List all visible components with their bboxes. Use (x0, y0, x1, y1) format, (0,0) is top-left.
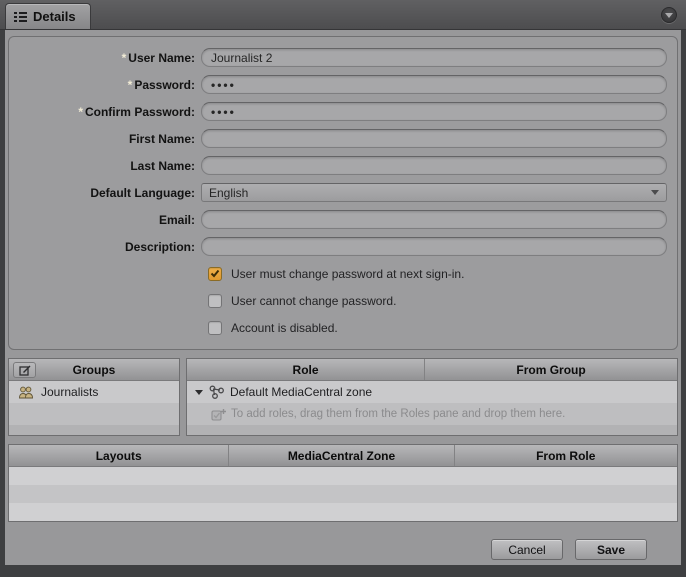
groups-roles-section: Groups Journalists Role From Group Defau… (8, 358, 678, 436)
details-content: *User Name: *Password: *Confirm Password… (5, 30, 681, 565)
form-row-user-name: * User Name: (9, 44, 677, 71)
groups-panel-filler (9, 425, 179, 435)
chevron-down-icon (665, 13, 673, 18)
edit-icon (18, 365, 30, 376)
table-row (9, 503, 677, 521)
role-row-label: Default MediaCentral zone (230, 385, 373, 399)
checkbox-row-cannot-change-password: User cannot change password. (9, 287, 677, 314)
cannot-change-password-checkbox[interactable] (208, 293, 222, 308)
user-details-form: *User Name: *Password: *Confirm Password… (8, 36, 678, 350)
panel-menu-button[interactable] (661, 7, 677, 23)
last-name-field[interactable] (201, 156, 667, 175)
user-details-window: Details *User Name: *Password: *Confirm … (0, 0, 686, 577)
footer-actions: Cancel Save (8, 539, 647, 560)
confirm-password-label: * Confirm Password: (78, 104, 195, 119)
roles-panel-filler (187, 425, 677, 435)
group-icon (19, 386, 33, 398)
chevron-down-icon (651, 190, 659, 195)
description-label: Description: (124, 239, 195, 254)
checkbox-row-must-change-password: User must change password at next sign-i… (9, 260, 677, 287)
password-label: * Password: (127, 77, 195, 92)
collapse-caret-icon[interactable] (195, 389, 203, 395)
group-item-journalists[interactable]: Journalists (9, 381, 179, 403)
layouts-table-header: Layouts MediaCentral Zone From Role (9, 445, 677, 467)
layouts-column-header[interactable]: Layouts (9, 445, 230, 466)
from-group-column-header[interactable]: From Group (425, 363, 677, 377)
required-marker: * (78, 104, 83, 119)
form-row-last-name: Last Name: (9, 152, 677, 179)
tab-details-label: Details (33, 9, 76, 24)
table-row (9, 485, 677, 503)
role-icon (209, 385, 224, 399)
first-name-label: First Name: (128, 131, 195, 146)
tab-details[interactable]: Details (5, 3, 91, 29)
form-row-first-name: First Name: (9, 125, 677, 152)
groups-panel: Groups Journalists (8, 358, 180, 436)
account-disabled-checkbox[interactable] (208, 320, 222, 335)
default-language-select[interactable]: English (201, 183, 667, 202)
roles-drop-hint-text: To add roles, drag them from the Roles p… (231, 408, 566, 420)
role-column-header[interactable]: Role (187, 359, 426, 380)
required-marker: * (121, 50, 127, 65)
email-label: Email: (158, 212, 195, 227)
mediacentral-zone-column-header[interactable]: MediaCentral Zone (229, 445, 455, 466)
form-row-default-language: Default Language: English (9, 179, 677, 206)
form-row-email: Email: (9, 206, 677, 233)
description-field[interactable] (201, 237, 667, 256)
tab-bar: Details (0, 0, 686, 30)
table-row (9, 467, 677, 485)
form-row-description: Description: (9, 233, 677, 260)
add-role-icon (211, 408, 226, 421)
from-role-column-header[interactable]: From Role (455, 445, 677, 466)
check-icon (210, 269, 220, 278)
details-list-icon (14, 11, 27, 22)
checkbox-row-account-disabled: Account is disabled. (9, 314, 677, 341)
groups-header: Groups (9, 359, 179, 381)
must-change-password-label: User must change password at next sign-i… (231, 266, 465, 281)
roles-header: Role From Group (187, 359, 677, 381)
role-row-default-zone[interactable]: Default MediaCentral zone (187, 381, 677, 403)
group-empty-row (9, 403, 179, 425)
groups-title: Groups (72, 362, 116, 377)
user-name-label: * User Name: (121, 50, 195, 65)
confirm-password-field[interactable] (201, 102, 667, 121)
first-name-field[interactable] (201, 129, 667, 148)
form-row-password: * Password: (9, 71, 677, 98)
cannot-change-password-label: User cannot change password. (231, 293, 397, 308)
edit-groups-button[interactable] (13, 362, 36, 378)
last-name-label: Last Name: (130, 158, 195, 173)
default-language-value: English (209, 185, 249, 200)
layouts-table: Layouts MediaCentral Zone From Role (8, 444, 678, 522)
must-change-password-checkbox[interactable] (208, 266, 222, 281)
roles-drop-hint-row: To add roles, drag them from the Roles p… (187, 403, 677, 425)
roles-panel: Role From Group Default MediaCentral zon… (186, 358, 678, 436)
password-field[interactable] (201, 75, 667, 94)
user-name-field[interactable] (201, 48, 667, 67)
form-row-confirm-password: * Confirm Password: (9, 98, 677, 125)
cancel-button[interactable]: Cancel (491, 539, 563, 560)
account-disabled-label: Account is disabled. (231, 320, 338, 335)
required-marker: * (127, 77, 133, 92)
save-button[interactable]: Save (575, 539, 647, 560)
email-field[interactable] (201, 210, 667, 229)
default-language-label: Default Language: (90, 185, 195, 200)
group-item-label: Journalists (41, 385, 99, 399)
